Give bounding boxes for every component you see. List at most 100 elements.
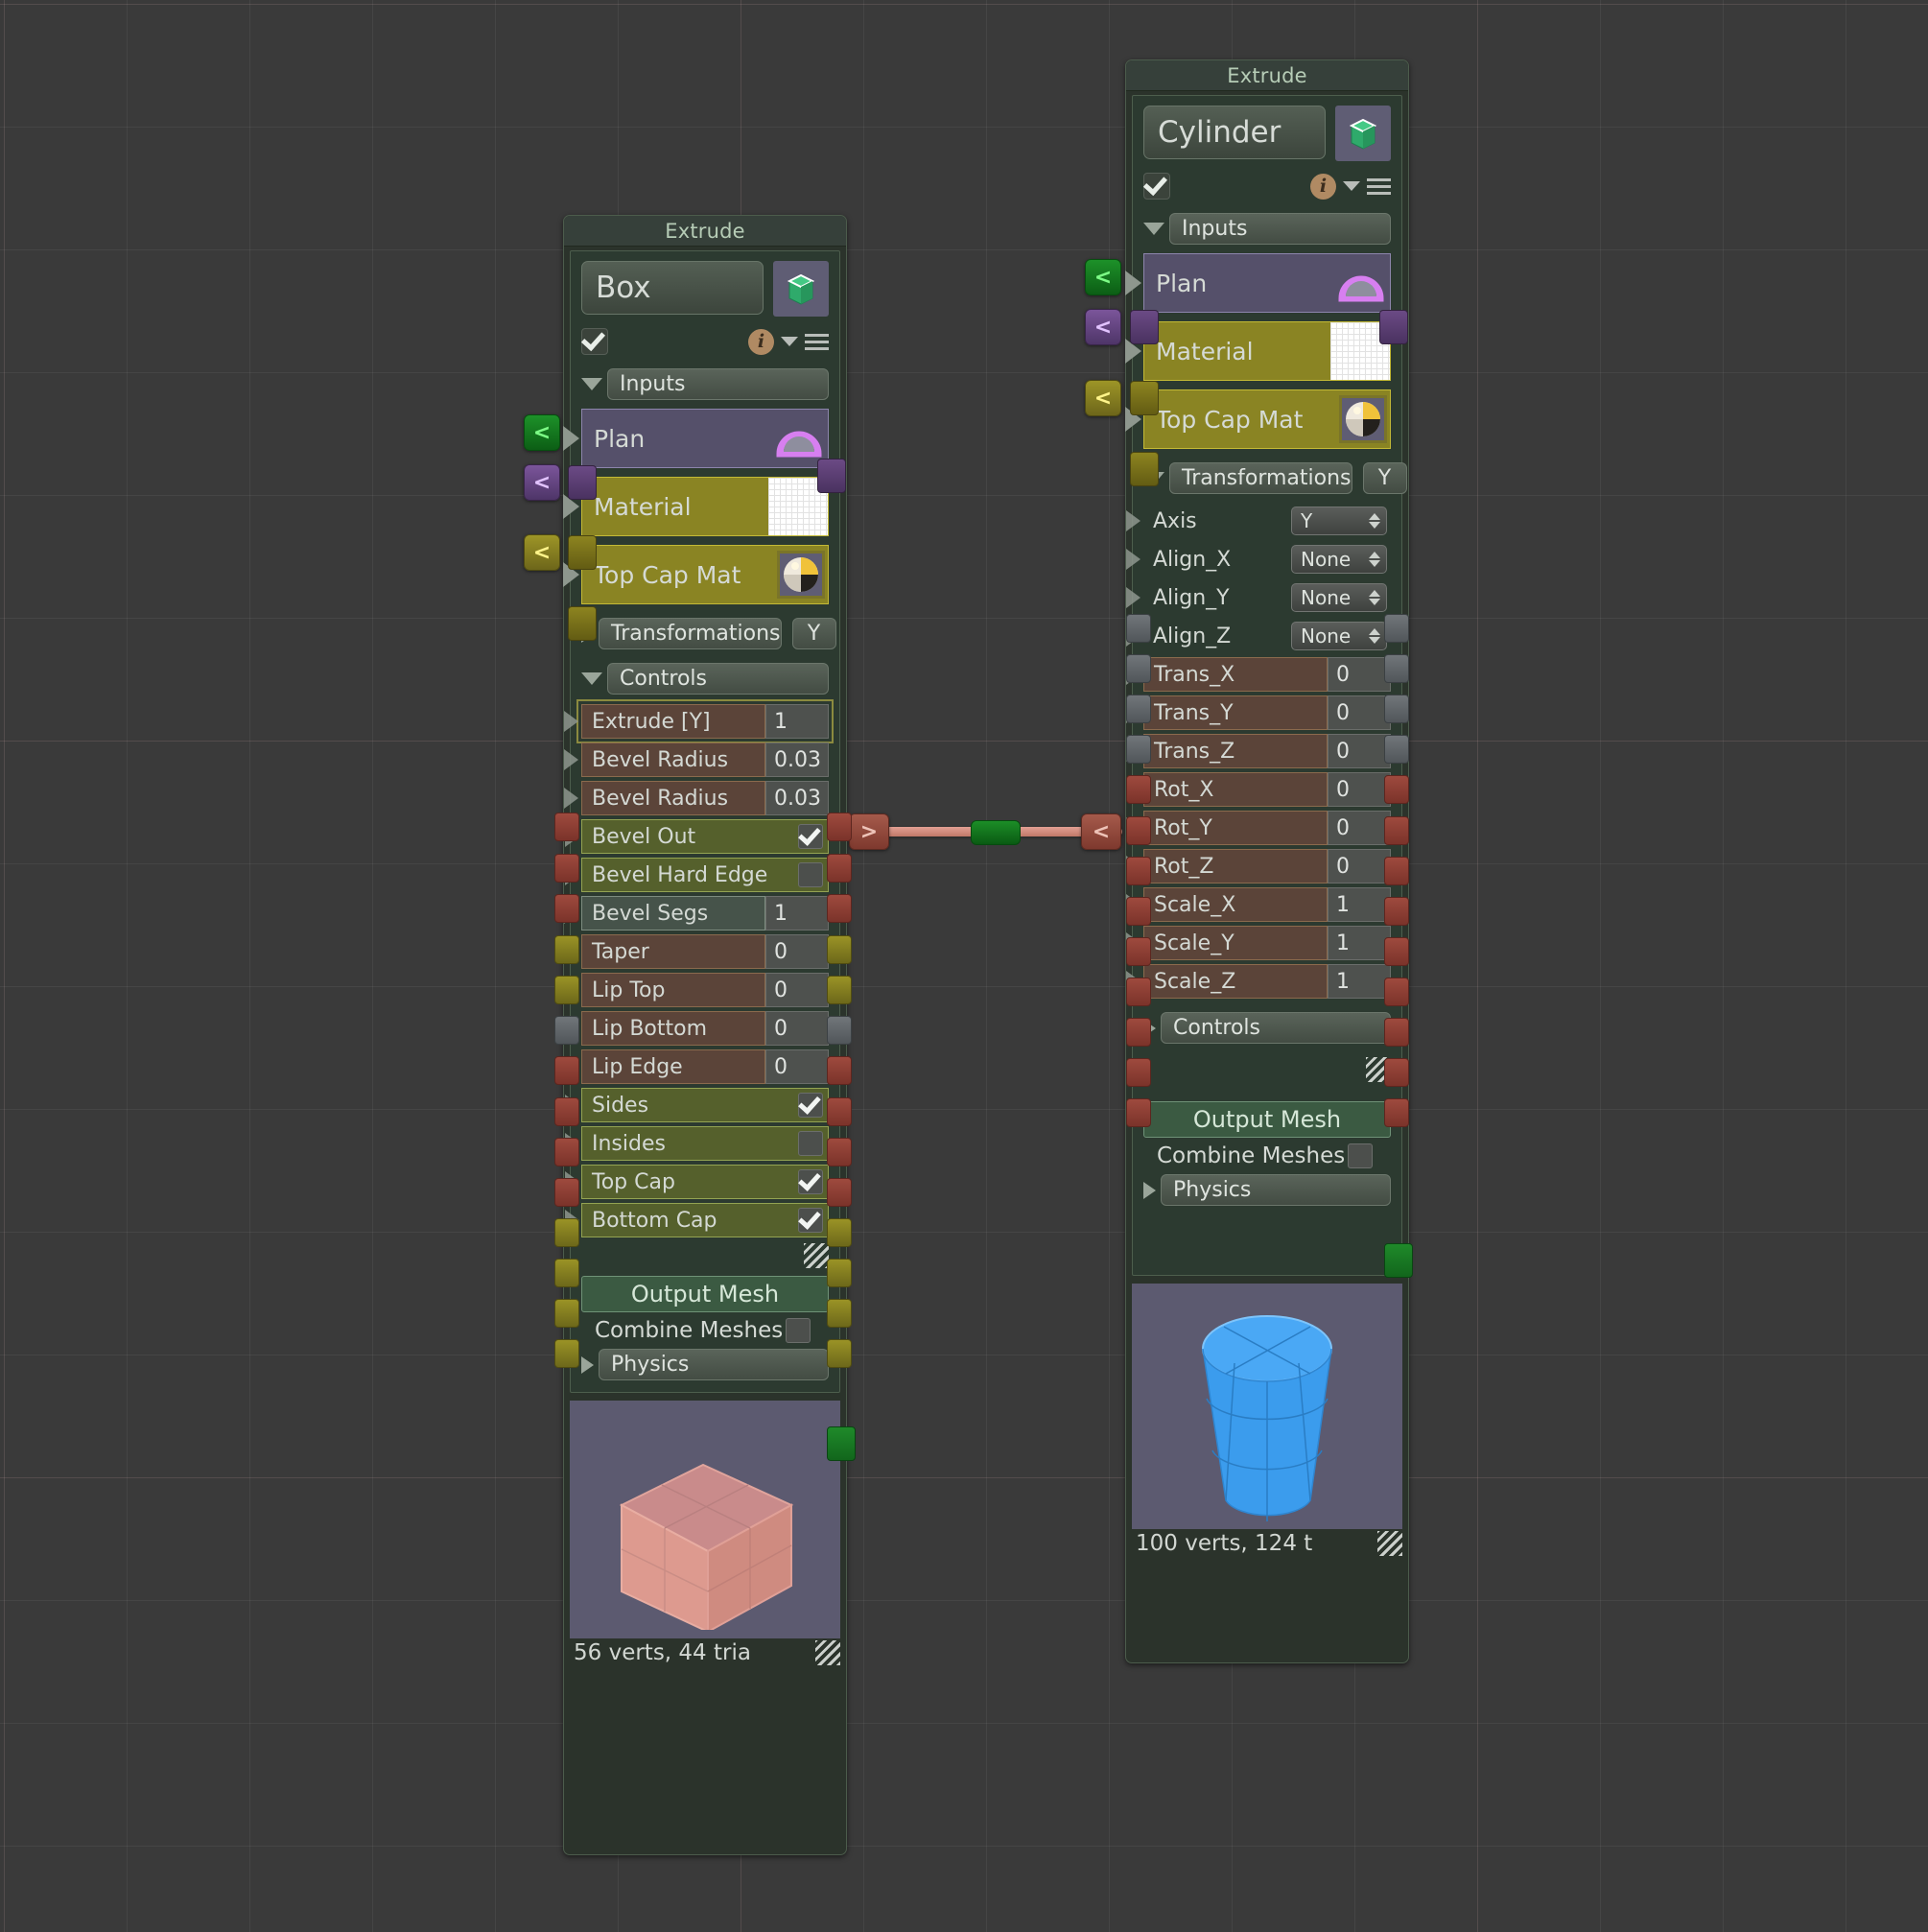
socket-out-rot-z[interactable]	[1384, 978, 1409, 1006]
param-row[interactable]: Top Cap	[565, 1165, 829, 1199]
chevron-right-icon[interactable]	[1143, 1181, 1156, 1199]
chevron-right-icon[interactable]	[581, 1355, 594, 1374]
param-row[interactable]: Rot_X 0	[1126, 772, 1391, 807]
param-value[interactable]: 1	[765, 896, 829, 931]
socket-in-sides[interactable]	[554, 1218, 579, 1247]
socket-in-taper[interactable]	[554, 1056, 579, 1085]
socket-out-insides[interactable]	[827, 1259, 852, 1287]
socket-in-rot-z[interactable]	[1126, 978, 1151, 1006]
param-row[interactable]: Bevel Hard Edge	[565, 858, 829, 892]
section-transformations[interactable]: Transformations Y	[581, 618, 836, 649]
param-row[interactable]: Rot_Y 0	[1126, 811, 1391, 845]
socket-in-plan[interactable]	[568, 465, 597, 500]
socket-out-trans-y[interactable]	[1384, 816, 1409, 845]
chevron-down-icon[interactable]	[781, 337, 798, 346]
output-mesh-button[interactable]: Output Mesh	[1143, 1101, 1391, 1138]
node-collapse-port[interactable]: <	[524, 414, 560, 451]
socket-out-mesh[interactable]	[827, 1426, 856, 1461]
socket-out-bevel-radius[interactable]	[827, 854, 852, 883]
param-row[interactable]: Sides	[565, 1088, 829, 1122]
socket-in-insides[interactable]	[554, 1259, 579, 1287]
socket-in-bevel-out[interactable]	[554, 935, 579, 964]
param-value[interactable]: 0.03	[765, 742, 829, 777]
combine-meshes-row[interactable]: Combine Meshes	[581, 1318, 829, 1343]
node-box[interactable]: Extrude Box i Inputs Plan Material Top C…	[563, 215, 847, 1855]
material-input-connector[interactable]: <	[524, 534, 560, 571]
socket-in-bevel-hard-edge[interactable]	[554, 976, 579, 1004]
param-dropdown[interactable]: None	[1291, 583, 1387, 612]
sphere-material-icon[interactable]	[777, 551, 825, 599]
param-value[interactable]: 0	[1328, 849, 1391, 884]
connection-input-port[interactable]: <	[1081, 813, 1121, 850]
param-row[interactable]: Bevel Segs 1	[564, 896, 829, 931]
param-value[interactable]: 0	[1328, 811, 1391, 845]
socket-in-trans-z[interactable]	[1126, 857, 1151, 885]
param-row[interactable]: Trans_Y 0	[1126, 695, 1391, 730]
socket-out-top-cap[interactable]	[827, 1299, 852, 1328]
socket-in-plan[interactable]	[1130, 310, 1159, 344]
section-transformations[interactable]: Transformations Y	[1143, 462, 1407, 494]
socket-out-lip-edge[interactable]	[827, 1178, 852, 1207]
input-row-top-cap-mat[interactable]: Top Cap Mat	[563, 545, 829, 604]
param-row[interactable]: Rot_Z 0	[1126, 849, 1391, 884]
socket-out-bevel-radius2[interactable]	[827, 894, 852, 923]
socket-in-align-z[interactable]	[1126, 735, 1151, 764]
input-row-material[interactable]: Material	[563, 477, 829, 536]
input-row-top-cap-mat[interactable]: Top Cap Mat	[1125, 389, 1391, 449]
node-enabled-checkbox[interactable]	[581, 328, 608, 355]
socket-in-trans-x[interactable]	[1126, 775, 1151, 804]
connection-midpoint-node[interactable]	[971, 820, 1021, 845]
combine-meshes-row[interactable]: Combine Meshes	[1143, 1143, 1391, 1168]
param-dropdown[interactable]: None	[1291, 545, 1387, 574]
socket-in-axis[interactable]	[1126, 614, 1151, 643]
socket-in-topcapmat[interactable]	[568, 606, 597, 641]
param-row[interactable]: Taper 0	[564, 934, 829, 969]
param-row[interactable]: Extrude [Y] 1	[564, 699, 834, 743]
socket-in-lip-edge[interactable]	[554, 1178, 579, 1207]
socket-in-lip-top[interactable]	[554, 1097, 579, 1126]
section-controls-label[interactable]: Controls	[1161, 1012, 1391, 1044]
param-row[interactable]: Scale_X 1	[1126, 887, 1391, 922]
spinner-icon[interactable]	[1369, 552, 1380, 567]
param-row[interactable]: Align_X None	[1126, 542, 1391, 577]
transformations-axis-tag[interactable]: Y	[1362, 462, 1407, 494]
param-row[interactable]: Lip Edge 0	[564, 1049, 829, 1084]
node-name-field[interactable]: Box	[581, 261, 764, 315]
transformations-axis-tag[interactable]: Y	[791, 618, 836, 649]
section-inputs-label[interactable]: Inputs	[1169, 213, 1391, 245]
socket-out-plan[interactable]	[1379, 310, 1408, 344]
param-value[interactable]: 1	[765, 704, 829, 739]
socket-in-bevel-radius[interactable]	[554, 854, 579, 883]
param-row[interactable]: Trans_Z 0	[1126, 734, 1391, 768]
socket-in-bottom-cap[interactable]	[554, 1339, 579, 1368]
plan-dome-icon[interactable]	[1336, 262, 1386, 304]
preview-viewport[interactable]	[1132, 1284, 1402, 1529]
chevron-open-icon[interactable]	[581, 672, 602, 685]
socket-in-extrude-y[interactable]	[554, 813, 579, 841]
input-row-plan[interactable]: Plan	[1125, 253, 1391, 313]
spinner-icon[interactable]	[1369, 628, 1380, 644]
section-controls[interactable]: Controls	[1143, 1012, 1391, 1044]
socket-in-material[interactable]	[1130, 381, 1159, 415]
socket-out-bevel-hard-edge[interactable]	[827, 976, 852, 1004]
section-transformations-label[interactable]: Transformations	[599, 618, 782, 649]
section-inputs[interactable]: Inputs	[1143, 213, 1391, 245]
plan-input-connector[interactable]: <	[1085, 309, 1121, 345]
controls-resize-grip[interactable]	[804, 1243, 829, 1268]
section-physics[interactable]: Physics	[581, 1349, 829, 1380]
param-value[interactable]: 0.03	[765, 781, 829, 815]
chevron-open-icon[interactable]	[581, 378, 602, 390]
spinner-icon[interactable]	[1369, 513, 1380, 529]
section-transformations-label[interactable]: Transformations	[1169, 462, 1352, 494]
param-row[interactable]: Align_Y None	[1126, 580, 1391, 615]
socket-in-align-x[interactable]	[1126, 654, 1151, 683]
param-row[interactable]: Bevel Radius 0.03	[564, 742, 829, 777]
param-value[interactable]: 0	[765, 934, 829, 969]
socket-in-align-y[interactable]	[1126, 695, 1151, 723]
socket-out-mesh[interactable]	[1384, 1243, 1413, 1278]
param-value[interactable]: 0	[765, 1011, 829, 1046]
sphere-material-icon[interactable]	[1339, 395, 1387, 443]
param-row[interactable]: Align_Z None	[1126, 619, 1391, 653]
info-icon[interactable]: i	[1310, 173, 1336, 200]
param-checkbox[interactable]	[798, 1093, 823, 1118]
